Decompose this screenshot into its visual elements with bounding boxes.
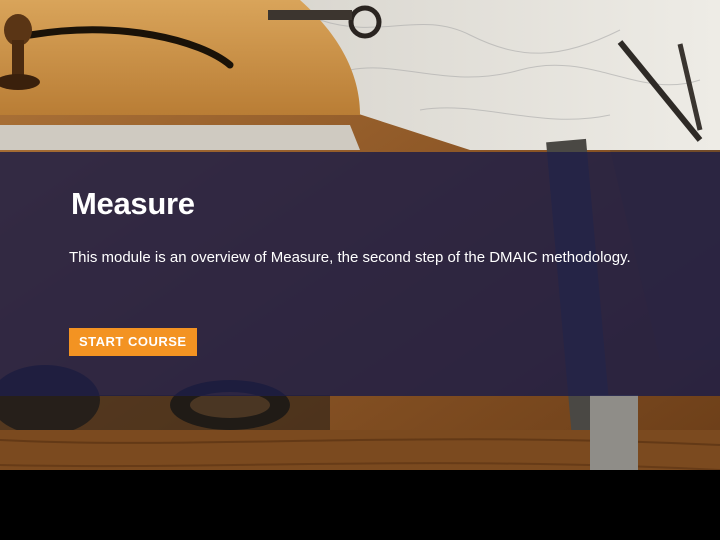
module-description: This module is an overview of Measure, t…: [69, 249, 631, 266]
course-cover: Measure This module is an overview of Me…: [0, 0, 720, 540]
module-title: Measure: [71, 186, 195, 221]
bottom-black-band: [0, 470, 720, 540]
start-course-button[interactable]: START COURSE: [69, 328, 197, 356]
